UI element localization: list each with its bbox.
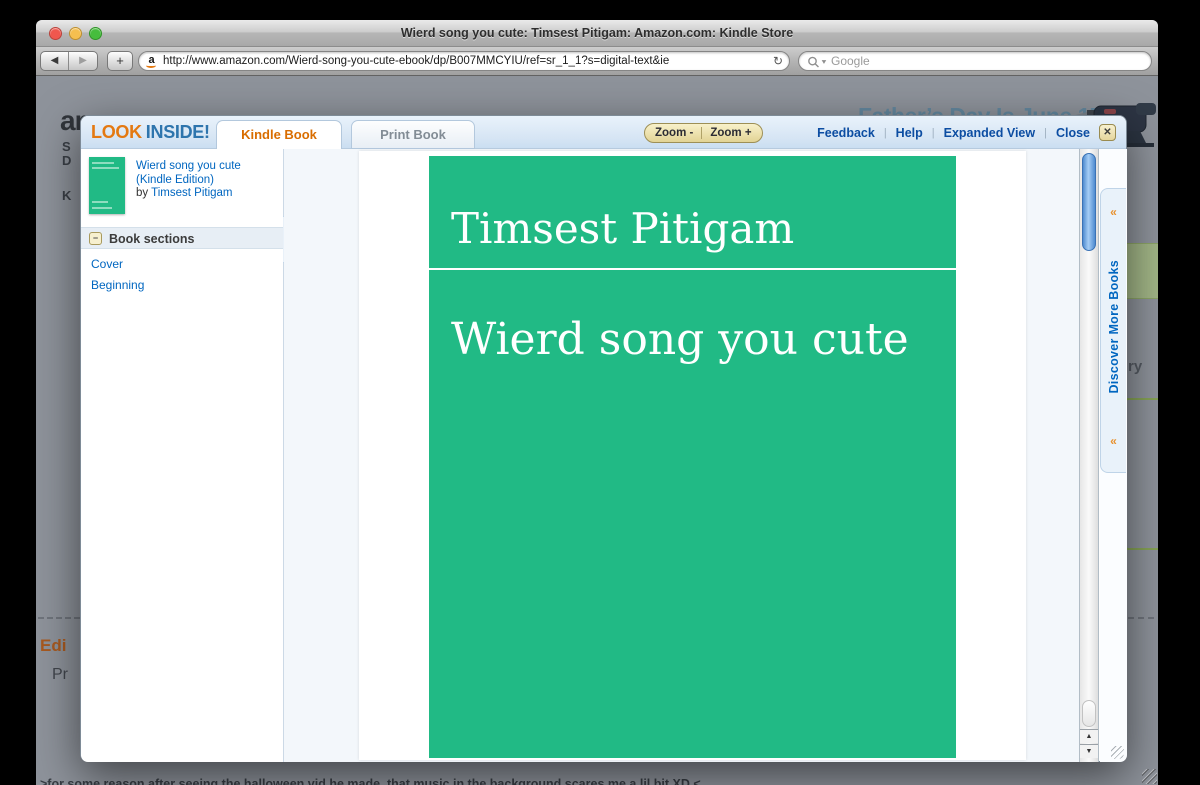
help-link[interactable]: Help [896, 126, 923, 140]
tab-print-book[interactable]: Print Book [351, 120, 475, 149]
sidebar-item-beginning[interactable]: Beginning [91, 278, 144, 292]
scrollbar-end-cap [1082, 700, 1096, 727]
close-icon[interactable]: ✕ [1099, 124, 1116, 141]
tab-kindle-book[interactable]: Kindle Book [216, 120, 342, 149]
book-author-line: by Timsest Pitigam [136, 187, 233, 199]
book-sections-label: Book sections [109, 232, 194, 246]
modal-header: LOOKINSIDE! Kindle Book Print Book Zoom … [81, 116, 1126, 149]
zoom-out-button[interactable]: Zoom - [655, 127, 693, 139]
product-description-fragment: Pr [52, 666, 68, 684]
feedback-link[interactable]: Feedback [817, 126, 875, 140]
book-page: Timsest Pitigam Wierd song you cute [359, 151, 1026, 760]
zoom-controls: Zoom - Zoom + [644, 123, 763, 143]
book-cover: Timsest Pitigam Wierd song you cute [429, 156, 956, 758]
discover-more-books-tab[interactable]: « Discover More Books « [1100, 188, 1126, 473]
reader-scrollbar[interactable]: ▲ ▼ [1079, 149, 1099, 762]
discover-arrow-bottom-icon: « [1110, 434, 1117, 448]
expanded-view-link[interactable]: Expanded View [944, 126, 1035, 140]
scroll-up-button[interactable]: ▲ [1080, 729, 1098, 743]
address-bar[interactable]: a http://www.amazon.com/Wierd-song-you-c… [138, 51, 790, 71]
browser-window: Wierd song you cute: Timsest Pitigam: Am… [36, 20, 1158, 785]
window-resize-grip[interactable] [1142, 769, 1157, 784]
look-inside-logo: LOOKINSIDE! [91, 122, 210, 143]
collapse-minus-icon[interactable]: − [89, 232, 102, 245]
back-button[interactable]: ◀ [41, 52, 69, 70]
browser-toolbar: ◀ ▶ + a http://www.amazon.com/Wierd-song… [36, 47, 1158, 76]
link-separator: | [1044, 127, 1047, 139]
book-title-link[interactable]: Wierd song you cute (Kindle Edition) [136, 159, 278, 188]
text-fragment-ry: ry [1128, 358, 1142, 375]
modal-header-links: Feedback | Help | Expanded View | Close … [817, 124, 1116, 141]
discover-arrow-top-icon: « [1110, 205, 1117, 219]
refresh-icon[interactable]: ↻ [773, 54, 783, 68]
sidebar-item-cover[interactable]: Cover [91, 257, 123, 271]
look-inside-modal: LOOKINSIDE! Kindle Book Print Book Zoom … [80, 115, 1127, 762]
author-link[interactable]: Timsest Pitigam [151, 187, 232, 199]
browser-titlebar[interactable]: Wierd song you cute: Timsest Pitigam: Am… [36, 20, 1158, 47]
cover-title-text: Wierd song you cute [451, 314, 909, 365]
forward-button[interactable]: ▶ [69, 52, 97, 70]
zoom-in-button[interactable]: Zoom + [710, 127, 751, 139]
reader-pane: Timsest Pitigam Wierd song you cute [284, 149, 1079, 762]
editorial-reviews-fragment: Edi [40, 636, 66, 656]
modal-resize-grip[interactable] [1111, 746, 1124, 759]
nav-fragment-k: K [62, 188, 71, 203]
url-text[interactable]: http://www.amazon.com/Wierd-song-you-cut… [163, 55, 763, 67]
cover-author-text: Timsest Pitigam [451, 204, 794, 253]
scroll-down-button[interactable]: ▼ [1080, 744, 1098, 758]
google-search-field[interactable] [798, 51, 1152, 71]
zoom-divider [701, 127, 702, 139]
amazon-favicon-icon: a [144, 54, 159, 69]
window-title: Wierd song you cute: Timsest Pitigam: Am… [36, 26, 1158, 40]
cover-divider-line [429, 268, 956, 270]
reader-sidebar: Wierd song you cute (Kindle Edition) by … [81, 149, 284, 762]
nav-fragment-d: D [62, 153, 71, 168]
discover-more-books-label: Discover More Books [1107, 260, 1121, 394]
link-separator: | [932, 127, 935, 139]
new-tab-button[interactable]: + [107, 51, 133, 71]
history-nav: ◀ ▶ [40, 51, 98, 71]
book-cover-thumbnail [89, 157, 125, 214]
close-link[interactable]: Close [1056, 126, 1090, 140]
review-comment-text: >for some reason after seeing the hallow… [40, 777, 701, 785]
book-sections-header[interactable]: − Book sections [81, 227, 283, 249]
search-input[interactable] [831, 53, 1131, 69]
section-divider-dashed [38, 617, 80, 619]
scrollbar-thumb[interactable] [1082, 153, 1096, 251]
nav-fragment-s: S [62, 139, 71, 154]
section-divider-dashed [1128, 617, 1158, 619]
link-separator: | [884, 127, 887, 139]
by-label: by [136, 187, 151, 199]
search-icon [807, 55, 829, 69]
